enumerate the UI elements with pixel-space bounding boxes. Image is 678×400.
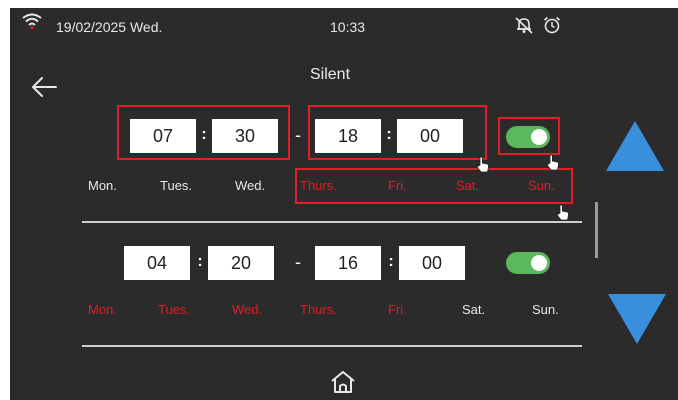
schedule-2-toggle[interactable] bbox=[506, 252, 550, 274]
day-wed[interactable]: Wed. bbox=[235, 178, 265, 193]
day-sat[interactable]: Sat. bbox=[462, 302, 485, 317]
time-dash: - bbox=[295, 252, 301, 272]
time-colon: : bbox=[386, 126, 392, 143]
end-hour-field[interactable]: 18 bbox=[315, 119, 381, 153]
start-minute-field[interactable]: 30 bbox=[212, 119, 278, 153]
row-divider bbox=[82, 221, 582, 223]
status-time: 10:33 bbox=[330, 19, 366, 35]
day-mon[interactable]: Mon. bbox=[88, 178, 117, 193]
wifi-icon bbox=[22, 13, 42, 29]
page-title: Silent bbox=[309, 66, 351, 83]
end-minute-field[interactable]: 00 bbox=[397, 119, 463, 153]
day-sat[interactable]: Sat. bbox=[456, 178, 479, 193]
day-sun[interactable]: Sun. bbox=[528, 178, 555, 193]
schedule-1-toggle[interactable] bbox=[506, 126, 550, 148]
time-colon: : bbox=[388, 253, 394, 270]
day-sun[interactable]: Sun. bbox=[532, 302, 559, 317]
alarm-clock-icon bbox=[543, 16, 561, 34]
row-divider bbox=[82, 345, 582, 347]
start-hour-field[interactable]: 07 bbox=[130, 119, 196, 153]
day-thurs[interactable]: Thurs. bbox=[300, 178, 337, 193]
scroll-up-arrow-icon[interactable] bbox=[606, 121, 664, 171]
pointer-hand-icon bbox=[476, 156, 489, 173]
day-thurs[interactable]: Thurs. bbox=[300, 302, 337, 317]
status-date: 19/02/2025 Wed. bbox=[56, 19, 163, 35]
time-colon: : bbox=[197, 253, 203, 270]
pointer-hand-icon bbox=[556, 204, 569, 221]
end-minute-field[interactable]: 00 bbox=[399, 246, 465, 280]
day-fri[interactable]: Fri. bbox=[388, 302, 407, 317]
home-icon[interactable] bbox=[330, 370, 356, 394]
day-mon[interactable]: Mon. bbox=[88, 302, 117, 317]
end-hour-field[interactable]: 16 bbox=[315, 246, 381, 280]
scrollbar[interactable] bbox=[595, 202, 598, 258]
bell-muted-icon bbox=[515, 17, 533, 34]
pointer-hand-icon bbox=[546, 154, 559, 171]
day-tues[interactable]: Tues. bbox=[160, 178, 192, 193]
day-tues[interactable]: Tues. bbox=[158, 302, 190, 317]
start-hour-field[interactable]: 04 bbox=[124, 246, 190, 280]
time-colon: : bbox=[201, 126, 207, 143]
start-minute-field[interactable]: 20 bbox=[208, 246, 274, 280]
time-dash: - bbox=[295, 125, 301, 145]
silent-settings-screen: 19/02/2025 Wed. 10:33 Silent 07 : 30 - 1… bbox=[10, 8, 678, 400]
day-fri[interactable]: Fri. bbox=[388, 178, 407, 193]
day-wed[interactable]: Wed. bbox=[232, 302, 262, 317]
scroll-down-arrow-icon[interactable] bbox=[608, 294, 666, 344]
